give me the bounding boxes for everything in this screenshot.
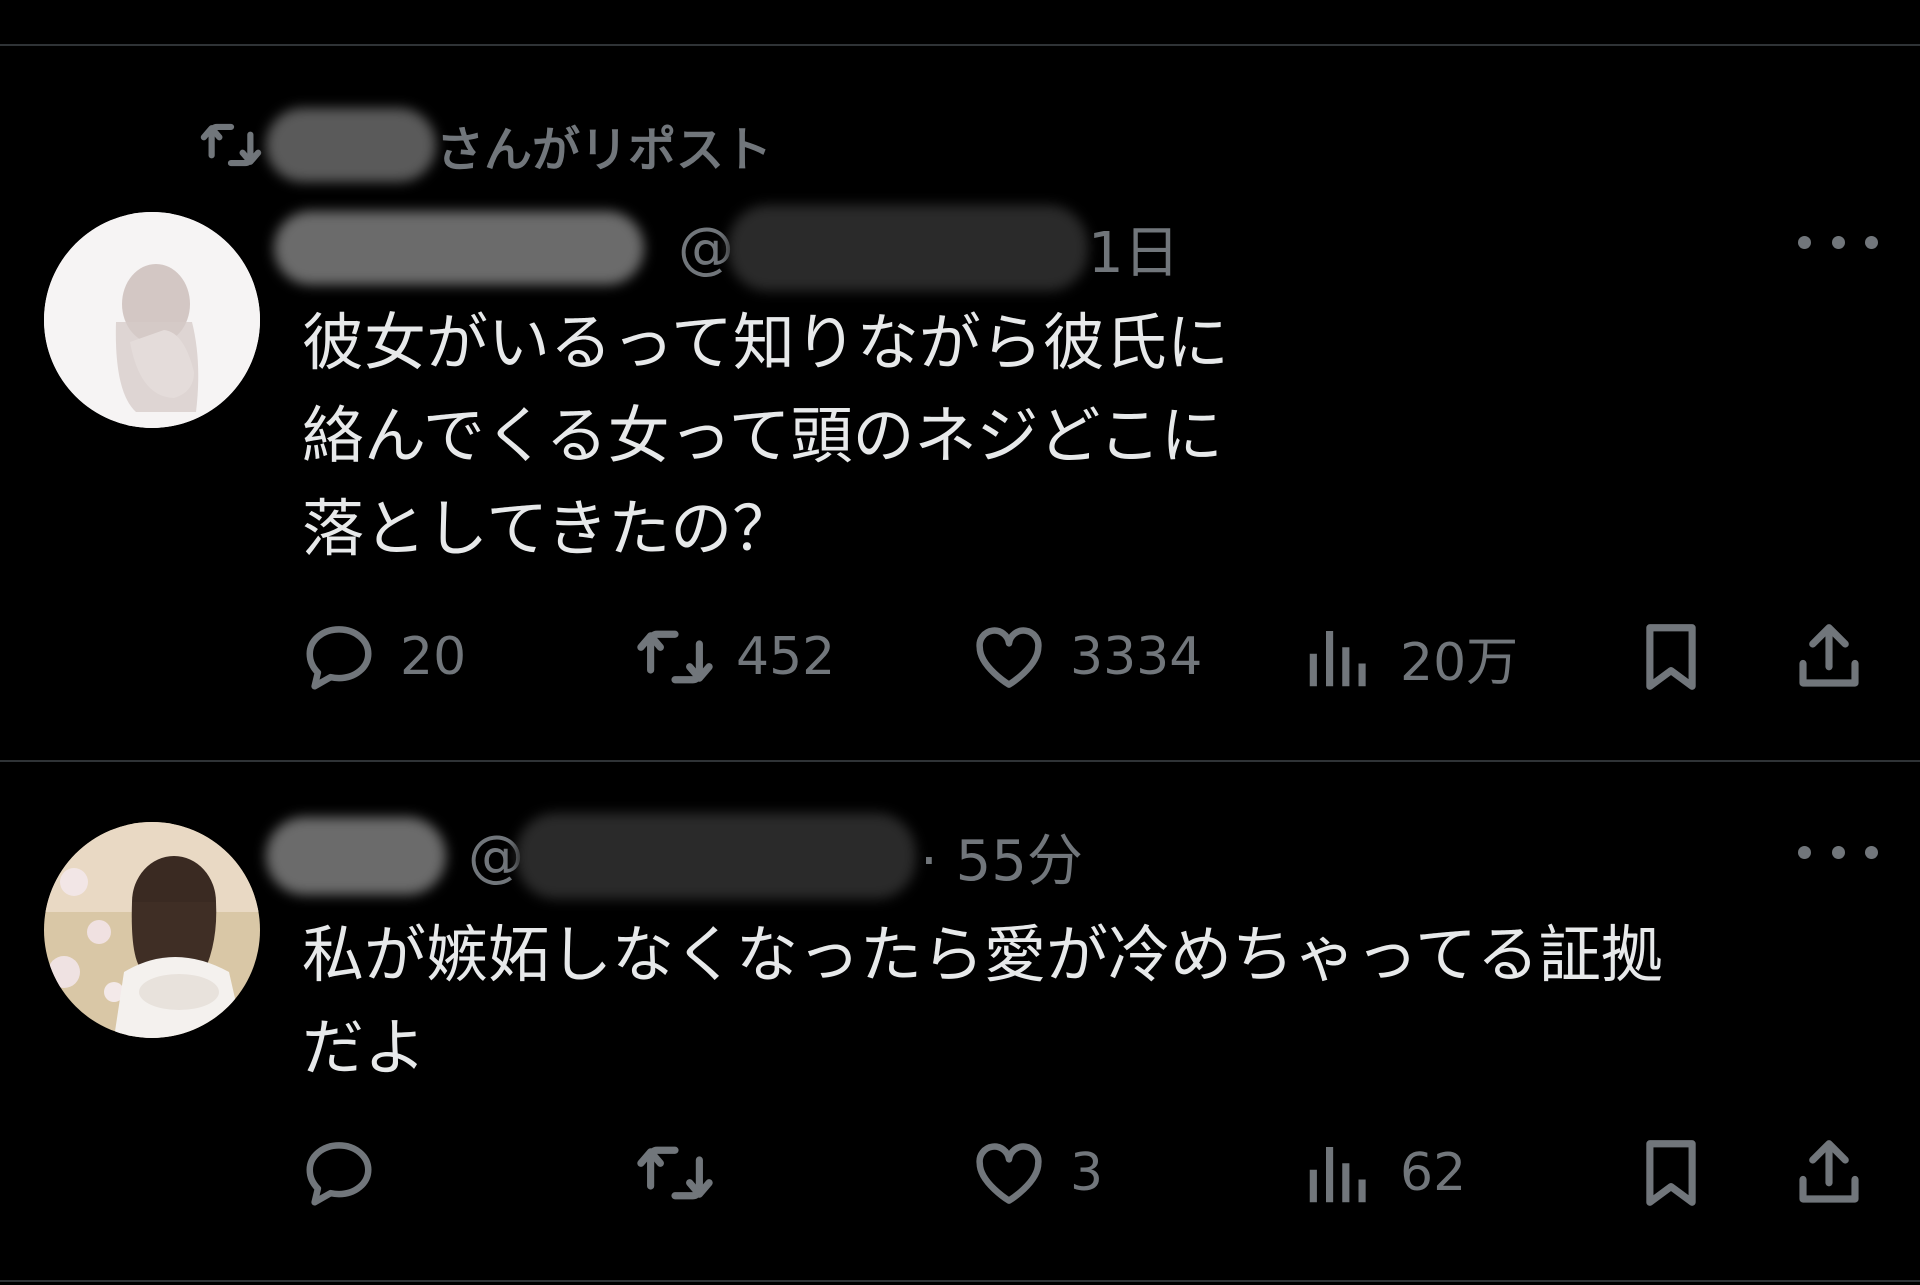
repost-icon bbox=[637, 630, 713, 684]
views-icon bbox=[1309, 631, 1366, 687]
reply-count: 20 bbox=[400, 627, 467, 687]
display-name-redacted[interactable] bbox=[274, 211, 644, 285]
bottom-divider bbox=[0, 1280, 1920, 1282]
top-divider bbox=[0, 44, 1920, 46]
repost-button[interactable] bbox=[636, 1134, 736, 1212]
more-button[interactable] bbox=[1798, 832, 1878, 872]
share-icon bbox=[1799, 1140, 1859, 1203]
tweet-text: 私が嫉妬しなくなったら愛が冷めちゃってる証拠 だよ bbox=[302, 918, 1663, 1084]
more-icon bbox=[1831, 235, 1845, 249]
tweet-header: @ 1日 bbox=[274, 205, 1180, 291]
reposter-name-redacted bbox=[266, 108, 436, 182]
avatar-photo bbox=[44, 822, 260, 1038]
handle-redacted[interactable] bbox=[516, 813, 916, 899]
timestamp[interactable]: · 55分 bbox=[920, 816, 1083, 897]
handle-redacted[interactable] bbox=[728, 205, 1088, 291]
more-icon bbox=[1831, 845, 1845, 859]
avatar[interactable] bbox=[44, 212, 260, 428]
reply-button[interactable]: 20 bbox=[300, 618, 466, 696]
views-count: 62 bbox=[1400, 1143, 1467, 1203]
reply-icon bbox=[306, 1142, 372, 1206]
repost-indicator[interactable]: さんがリポスト bbox=[200, 108, 773, 182]
views-button[interactable]: 20万 bbox=[1300, 618, 1518, 696]
reply-button[interactable] bbox=[300, 1134, 400, 1212]
like-icon bbox=[976, 1143, 1042, 1204]
avatar[interactable] bbox=[44, 822, 260, 1038]
tweet-text: 彼女がいるって知りながら彼氏に 絡んでくる女って頭のネジどこに 落としてきたの？ bbox=[302, 306, 1229, 565]
like-button[interactable]: 3 bbox=[970, 1134, 1103, 1212]
more-icon bbox=[1798, 235, 1811, 249]
more-icon bbox=[1865, 235, 1878, 249]
bookmark-icon bbox=[1646, 624, 1696, 690]
more-icon bbox=[1798, 845, 1811, 859]
share-button[interactable] bbox=[1790, 618, 1890, 696]
bookmark-button[interactable] bbox=[1632, 618, 1732, 696]
views-button[interactable]: 62 bbox=[1300, 1134, 1466, 1212]
like-button[interactable]: 3334 bbox=[970, 618, 1202, 696]
like-count: 3334 bbox=[1070, 627, 1203, 687]
more-button[interactable] bbox=[1798, 222, 1878, 262]
display-name-redacted[interactable] bbox=[266, 817, 446, 895]
repost-button[interactable]: 452 bbox=[636, 618, 835, 696]
like-count: 3 bbox=[1070, 1143, 1104, 1203]
repost-icon bbox=[200, 123, 262, 167]
repost-icon bbox=[637, 1146, 713, 1200]
views-icon bbox=[1309, 1147, 1366, 1203]
like-icon bbox=[976, 627, 1042, 688]
handle-prefix: @ bbox=[678, 215, 734, 281]
tweet-divider bbox=[0, 760, 1920, 762]
timestamp[interactable]: 1日 bbox=[1088, 208, 1180, 289]
more-icon bbox=[1865, 845, 1878, 859]
tweet-header: @ · 55分 bbox=[266, 813, 1083, 899]
bookmark-button[interactable] bbox=[1632, 1134, 1732, 1212]
share-icon bbox=[1799, 624, 1859, 687]
repost-label: さんがリポスト bbox=[436, 122, 773, 178]
bookmark-icon bbox=[1646, 1140, 1696, 1206]
repost-count: 452 bbox=[736, 627, 836, 687]
reply-icon bbox=[306, 626, 372, 690]
share-button[interactable] bbox=[1790, 1134, 1890, 1212]
avatar-illustration bbox=[44, 212, 260, 428]
views-count: 20万 bbox=[1400, 632, 1519, 693]
